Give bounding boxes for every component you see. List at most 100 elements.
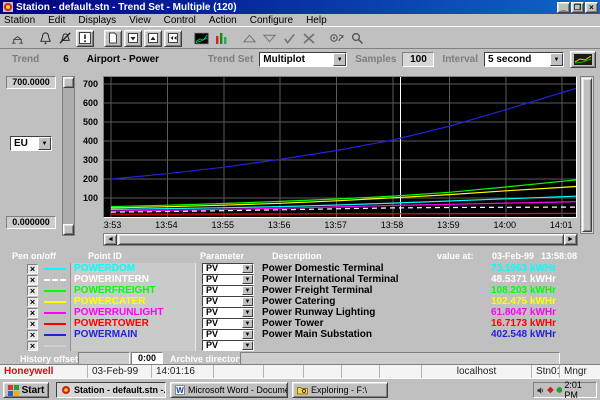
chevron-down-icon[interactable]: ▼ bbox=[550, 53, 563, 66]
samples-value[interactable]: 100 bbox=[402, 52, 434, 67]
vertical-scrollbar-thumb[interactable] bbox=[582, 78, 592, 232]
scale-max-box[interactable]: 700.0000 bbox=[6, 76, 56, 89]
close-button[interactable]: × bbox=[585, 2, 598, 13]
interval-dropdown[interactable]: 5 second ▼ bbox=[484, 52, 564, 67]
parameter-dropdown[interactable]: PV▼ bbox=[202, 263, 254, 274]
page-up-icon[interactable] bbox=[144, 30, 162, 47]
message-alert-icon[interactable] bbox=[76, 30, 94, 47]
accept-icon[interactable] bbox=[280, 30, 298, 47]
horizontal-scrollbar-thumb[interactable] bbox=[118, 234, 564, 245]
associated-display-icon[interactable] bbox=[328, 30, 346, 47]
menu-displays[interactable]: Displays bbox=[78, 15, 116, 26]
header-description: Description bbox=[272, 251, 322, 261]
menu-view[interactable]: View bbox=[129, 15, 151, 26]
point-id-field[interactable]: POWERMAIN bbox=[70, 329, 196, 340]
scroll-left-button[interactable]: ◄ bbox=[104, 234, 117, 245]
parameter-dropdown[interactable]: PV▼ bbox=[202, 340, 254, 351]
alarm-ack-icon[interactable] bbox=[56, 30, 74, 47]
trend-plot-area[interactable] bbox=[103, 76, 577, 218]
chevron-down-icon[interactable]: ▼ bbox=[242, 275, 253, 284]
pen-checkbox[interactable]: × bbox=[27, 264, 38, 274]
pen-checkbox[interactable]: × bbox=[27, 297, 38, 307]
y-tick-label: 500 bbox=[70, 117, 98, 127]
point-id-field[interactable]: POWERTOWER bbox=[70, 318, 196, 329]
task-station[interactable]: Station - default.stn -... bbox=[56, 382, 166, 398]
page-down-icon[interactable] bbox=[124, 30, 142, 47]
point-id-field[interactable]: POWERRUNLIGHT bbox=[70, 307, 196, 318]
restore-button[interactable]: ❐ bbox=[571, 2, 584, 13]
station-icon[interactable] bbox=[8, 30, 26, 47]
chevron-down-icon[interactable]: ▼ bbox=[242, 319, 253, 328]
volume-icon[interactable] bbox=[537, 386, 545, 395]
eu-unit-dropdown[interactable]: EU ▼ bbox=[10, 136, 52, 151]
pen-checkbox[interactable]: × bbox=[27, 341, 38, 351]
menu-station[interactable]: Station bbox=[4, 15, 35, 26]
honeywell-brand: Honeywell bbox=[0, 365, 88, 379]
history-offset-label: History offset bbox=[20, 354, 78, 364]
parameter-dropdown[interactable]: PV▼ bbox=[202, 318, 254, 329]
pen-table-row: ×POWERDOMPV▼Power Domestic Terminal73.19… bbox=[0, 263, 600, 274]
lower-icon[interactable] bbox=[260, 30, 278, 47]
chevron-down-icon[interactable]: ▼ bbox=[242, 286, 253, 295]
point-id-field[interactable] bbox=[70, 340, 196, 351]
chevron-down-icon[interactable]: ▼ bbox=[333, 53, 346, 66]
minimize-button[interactable]: _ bbox=[557, 2, 570, 13]
parameter-dropdown[interactable]: PV▼ bbox=[202, 274, 254, 285]
header-value-date: 03-Feb-99 bbox=[492, 251, 534, 261]
vertical-scrollbar[interactable] bbox=[580, 76, 594, 234]
chevron-down-icon[interactable]: ▼ bbox=[242, 297, 253, 306]
trend-settings-button[interactable] bbox=[570, 51, 596, 68]
x-tick-label: 14:00 bbox=[490, 220, 520, 230]
horizontal-scrollbar[interactable]: ◄ ► bbox=[103, 233, 578, 246]
parameter-dropdown[interactable]: PV▼ bbox=[202, 296, 254, 307]
point-value: 61.8047 kWHr bbox=[489, 307, 600, 318]
chevron-down-icon[interactable]: ▼ bbox=[242, 341, 253, 350]
parameter-dropdown[interactable]: PV▼ bbox=[202, 329, 254, 340]
point-id-field[interactable]: POWERFREIGHT bbox=[70, 285, 196, 296]
pen-checkbox[interactable]: × bbox=[27, 319, 38, 329]
trend-display-icon[interactable] bbox=[192, 30, 210, 47]
task-word[interactable]: W Microsoft Word - Document1 bbox=[170, 382, 288, 398]
group-display-icon[interactable] bbox=[212, 30, 230, 47]
chevron-down-icon[interactable]: ▼ bbox=[38, 137, 51, 150]
title-bar[interactable]: Station - default.stn - Trend Set - Mult… bbox=[0, 0, 600, 14]
y-tick-label: 600 bbox=[70, 98, 98, 108]
point-id-field[interactable]: POWERDOM bbox=[70, 263, 196, 274]
menu-action[interactable]: Action bbox=[209, 15, 237, 26]
status-time: 14:01:16 bbox=[152, 365, 214, 379]
pen-checkbox[interactable]: × bbox=[27, 275, 38, 285]
pen-checkbox[interactable]: × bbox=[27, 286, 38, 296]
pen-checkbox[interactable]: × bbox=[27, 330, 38, 340]
raise-icon[interactable] bbox=[240, 30, 258, 47]
start-button[interactable]: Start bbox=[3, 382, 49, 398]
point-description: Power Runway Lighting bbox=[254, 307, 489, 318]
chevron-down-icon[interactable]: ▼ bbox=[242, 308, 253, 317]
point-id-field[interactable]: POWERINTERN bbox=[70, 274, 196, 285]
menu-configure[interactable]: Configure bbox=[250, 15, 293, 26]
station-application-window: Station - default.stn - Trend Set - Mult… bbox=[0, 0, 600, 400]
pen-checkbox[interactable]: × bbox=[27, 308, 38, 318]
status-cell-empty bbox=[304, 365, 342, 379]
chevron-down-icon[interactable]: ▼ bbox=[242, 264, 253, 273]
chevron-down-icon[interactable]: ▼ bbox=[242, 330, 253, 339]
scale-min-box[interactable]: 0.000000 bbox=[6, 216, 56, 229]
parameter-dropdown[interactable]: PV▼ bbox=[202, 285, 254, 296]
page-recall-icon[interactable] bbox=[164, 30, 182, 47]
menu-help[interactable]: Help bbox=[306, 15, 327, 26]
scale-scroll-down-button[interactable] bbox=[63, 224, 74, 235]
cancel-icon[interactable] bbox=[300, 30, 318, 47]
scroll-right-button[interactable]: ► bbox=[564, 234, 577, 245]
menu-control[interactable]: Control bbox=[164, 15, 196, 26]
find-icon[interactable] bbox=[348, 30, 366, 47]
point-id-field[interactable]: POWERCATER bbox=[70, 296, 196, 307]
page-icon[interactable] bbox=[104, 30, 122, 47]
parameter-dropdown[interactable]: PV▼ bbox=[202, 307, 254, 318]
network-tray-icon[interactable] bbox=[556, 386, 563, 394]
application-icon bbox=[3, 2, 13, 12]
trend-plot-svg bbox=[104, 77, 576, 217]
alarm-bell-icon[interactable] bbox=[36, 30, 54, 47]
station-tray-icon[interactable] bbox=[547, 386, 554, 394]
trend-set-dropdown[interactable]: Multiplot ▼ bbox=[259, 52, 347, 67]
menu-edit[interactable]: Edit bbox=[48, 15, 65, 26]
task-explorer[interactable]: Exploring - F:\ bbox=[292, 382, 388, 398]
